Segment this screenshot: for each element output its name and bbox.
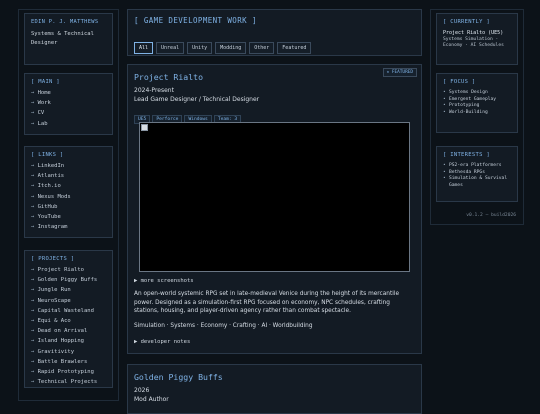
- more-screenshots-toggle[interactable]: ▶ more screenshots: [134, 278, 194, 284]
- interest-item: PS2-era Platformers: [443, 163, 511, 170]
- profile-subtitle: Systems & Technical Designer: [31, 31, 94, 46]
- project-link-rapid-prototyping[interactable]: Rapid Prototyping: [31, 367, 106, 377]
- main-nav-heading: [ MAIN ]: [31, 79, 60, 85]
- projects-nav-heading: [ PROJECTS ]: [31, 256, 75, 262]
- link-instagram[interactable]: Instagram: [31, 222, 106, 232]
- work-heading: [ GAME DEVELOPMENT WORK ]: [134, 16, 257, 25]
- filter-featured[interactable]: Featured: [277, 42, 312, 54]
- developer-notes-toggle[interactable]: ▶ developer notes: [134, 339, 190, 345]
- focus-heading: [ FOCUS ]: [443, 79, 476, 85]
- focus-card: [ FOCUS ] Systems Design Emergent Gamepl…: [436, 73, 518, 133]
- project-link-gravitivity[interactable]: Gravitivity: [31, 347, 106, 357]
- nav-item-lab[interactable]: Lab: [31, 119, 106, 129]
- filter-unreal[interactable]: Unreal: [156, 42, 185, 54]
- project-role: Lead Game Designer / Technical Designer: [134, 96, 260, 103]
- nav-item-cv[interactable]: CV: [31, 108, 106, 118]
- focus-item: Systems Design: [443, 90, 511, 97]
- filter-other[interactable]: Other: [249, 42, 275, 54]
- project-link-technical-projects[interactable]: Technical Projects: [31, 377, 106, 387]
- nav-item-work[interactable]: Work: [31, 98, 106, 108]
- project-dates: 2026: [134, 387, 150, 394]
- project-keywords: Simulation · Systems · Economy · Craftin…: [134, 323, 313, 329]
- main-nav: [ MAIN ] Home Work CV Lab: [24, 73, 113, 135]
- focus-item: World-Building: [443, 110, 511, 117]
- link-nexus-mods[interactable]: Nexus Mods: [31, 192, 106, 202]
- profile-name: EDIN P. J. MATTHEWS: [31, 19, 99, 25]
- link-itchio[interactable]: Itch.io: [31, 181, 106, 191]
- work-header: [ GAME DEVELOPMENT WORK ] All Unreal Unity…: [127, 9, 422, 56]
- interest-item: Simulation & Survival Games: [443, 176, 511, 189]
- project-card-rialto: Project Rialto ★ FEATURED 2024-Present L…: [127, 64, 422, 354]
- currently-heading: [ CURRENTLY ]: [443, 19, 490, 25]
- links-nav: [ LINKS ] LinkedIn Atlantis Itch.io Nexu…: [24, 146, 113, 238]
- project-link-island-hopping[interactable]: Island Hopping: [31, 336, 106, 346]
- project-link-capital-wasteland[interactable]: Capital Wasteland: [31, 306, 106, 316]
- version-label: v0.1.2 — build2026: [466, 213, 516, 218]
- project-dates: 2024-Present: [134, 87, 174, 94]
- project-link-equi-aco[interactable]: Equi & Aco: [31, 316, 106, 326]
- project-card-golden-piggy: Golden Piggy Buffs 2026 Mod Author: [127, 364, 422, 414]
- filter-unity[interactable]: Unity: [187, 42, 213, 54]
- filter-modding[interactable]: Modding: [215, 42, 247, 54]
- project-title[interactable]: Golden Piggy Buffs: [134, 372, 415, 382]
- filter-all[interactable]: All: [134, 42, 154, 54]
- projects-nav: [ PROJECTS ] Project Rialto Golden Piggy…: [24, 250, 113, 388]
- link-github[interactable]: GitHub: [31, 202, 106, 212]
- project-link-neuroscape[interactable]: NeuroScape: [31, 296, 106, 306]
- currently-detail: Systems Simulation · Economy · AI Schedu…: [443, 37, 504, 48]
- interests-heading: [ INTERESTS ]: [443, 152, 490, 158]
- project-link-golden-piggy[interactable]: Golden Piggy Buffs: [31, 275, 106, 285]
- project-link-rialto[interactable]: Project Rialto: [31, 265, 106, 275]
- currently-card: [ CURRENTLY ] Project Rialto (UE5) Syste…: [436, 13, 518, 65]
- screenshot-frame: [139, 122, 410, 272]
- focus-item: Prototyping: [443, 103, 511, 110]
- link-atlantis[interactable]: Atlantis: [31, 171, 106, 181]
- link-linkedin[interactable]: LinkedIn: [31, 161, 106, 171]
- project-role: Mod Author: [134, 396, 169, 403]
- link-youtube[interactable]: YouTube: [31, 212, 106, 222]
- currently-title: Project Rialto (UE5): [443, 30, 504, 36]
- featured-badge: ★ FEATURED: [382, 68, 417, 77]
- interests-card: [ INTERESTS ] PS2-era Platformers Bethes…: [436, 146, 518, 202]
- project-link-dead-on-arrival[interactable]: Dead on Arrival: [31, 326, 106, 336]
- broken-image-icon: [141, 124, 148, 131]
- links-nav-heading: [ LINKS ]: [31, 152, 64, 158]
- project-description: An open-world systemic RPG set in late-m…: [134, 291, 400, 315]
- project-link-battle-brawlers[interactable]: Battle Brawlers: [31, 357, 106, 367]
- project-link-jungle-run[interactable]: Jungle Run: [31, 285, 106, 295]
- nav-item-home[interactable]: Home: [31, 88, 106, 98]
- filter-bar: All Unreal Unity Modding Other Featured: [134, 34, 415, 54]
- profile-card: EDIN P. J. MATTHEWS Systems & Technical …: [24, 13, 113, 65]
- project-title[interactable]: Project Rialto: [134, 72, 415, 82]
